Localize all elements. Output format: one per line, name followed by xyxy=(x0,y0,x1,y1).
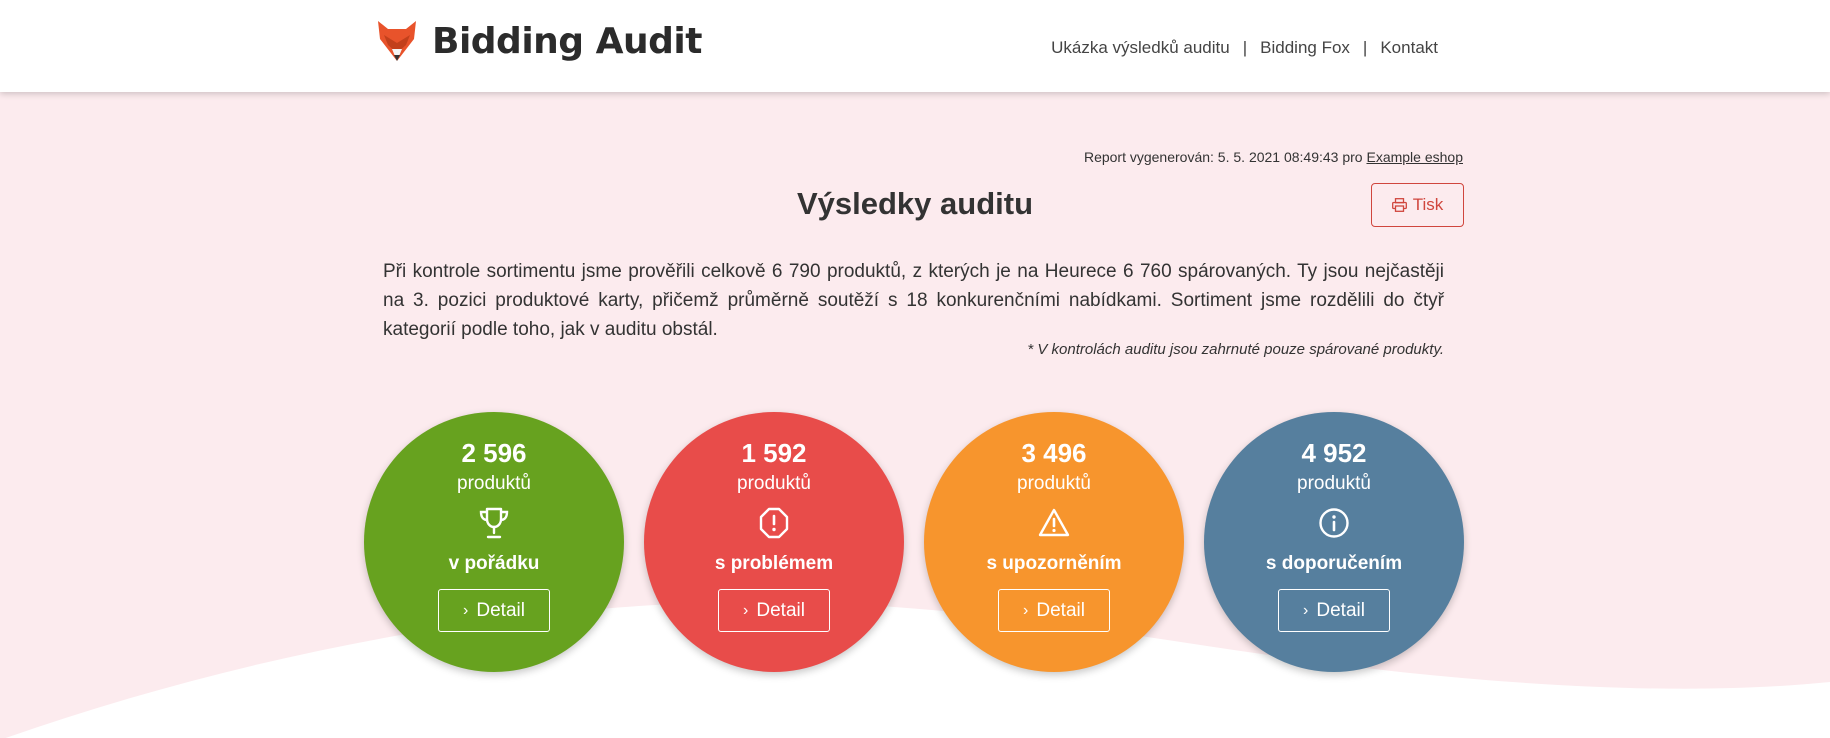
fox-logo-icon xyxy=(378,21,416,61)
category-unit: produktů xyxy=(457,473,531,494)
chevron-right-icon: › xyxy=(743,601,749,619)
page-title: Výsledky auditu xyxy=(796,186,1034,221)
report-generated-text: Report vygenerován: 5. 5. 2021 08:49:43 … xyxy=(1083,149,1363,165)
print-button-label: Tisk xyxy=(1412,195,1444,214)
eshop-link[interactable]: Example eshop xyxy=(1366,149,1463,165)
category-label: s doporučením xyxy=(1265,553,1403,574)
category-ok: 2 596 produktů v pořádku › Detail xyxy=(364,412,624,672)
printer-icon xyxy=(1391,198,1407,212)
print-button[interactable]: Tisk xyxy=(1371,183,1464,227)
category-label: s upozorněním xyxy=(986,553,1122,574)
category-problem: 1 592 produktů s problémem › Detail xyxy=(644,412,904,672)
nav-separator: | xyxy=(1242,38,1248,57)
detail-button-warning[interactable]: › Detail xyxy=(998,589,1110,632)
info-icon xyxy=(1319,508,1349,538)
nav-link-bidding-fox[interactable]: Bidding Fox xyxy=(1260,38,1350,58)
nav-separator: | xyxy=(1362,38,1368,57)
detail-button-ok[interactable]: › Detail xyxy=(438,589,550,632)
footnote: * V kontrolách auditu jsou zahrnuté pouz… xyxy=(1027,341,1444,358)
nav-link-contact[interactable]: Kontakt xyxy=(1380,38,1438,58)
octagon-alert-icon xyxy=(759,507,789,539)
category-recommendation: 4 952 produktů s doporučením › Detail xyxy=(1204,412,1464,672)
detail-button-problem[interactable]: › Detail xyxy=(718,589,830,632)
brand-name: Bidding Audit xyxy=(432,20,702,62)
main-nav: Ukázka výsledků auditu | Bidding Fox | K… xyxy=(1051,38,1438,58)
category-count: 1 592 xyxy=(741,438,807,468)
category-unit: produktů xyxy=(1297,473,1371,494)
brand-logo[interactable]: Bidding Audit xyxy=(376,18,702,64)
trophy-icon xyxy=(479,507,509,539)
chevron-right-icon: › xyxy=(463,601,469,619)
detail-button-label: Detail xyxy=(756,599,805,621)
detail-button-label: Detail xyxy=(1316,599,1365,621)
chevron-right-icon: › xyxy=(1303,601,1309,619)
category-count: 2 596 xyxy=(461,438,527,468)
category-label: s problémem xyxy=(714,553,834,574)
category-unit: produktů xyxy=(1017,473,1091,494)
nav-link-sample-results[interactable]: Ukázka výsledků auditu xyxy=(1051,38,1230,58)
report-generated-info: Report vygenerován: 5. 5. 2021 08:49:43 … xyxy=(1084,149,1463,165)
detail-button-recommendation[interactable]: › Detail xyxy=(1278,589,1390,632)
category-unit: produktů xyxy=(737,473,811,494)
detail-button-label: Detail xyxy=(1036,599,1085,621)
warning-triangle-icon xyxy=(1038,508,1070,537)
category-label: v pořádku xyxy=(448,553,540,574)
site-header: Bidding Audit Ukázka výsledků auditu | B… xyxy=(0,0,1830,92)
category-count: 3 496 xyxy=(1021,438,1087,468)
detail-button-label: Detail xyxy=(476,599,525,621)
intro-paragraph: Při kontrole sortimentu jsme prověřili c… xyxy=(383,261,1444,340)
chevron-right-icon: › xyxy=(1023,601,1029,619)
category-count: 4 952 xyxy=(1301,438,1367,468)
category-warning: 3 496 produktů s upozorněním › Detail xyxy=(924,412,1184,672)
